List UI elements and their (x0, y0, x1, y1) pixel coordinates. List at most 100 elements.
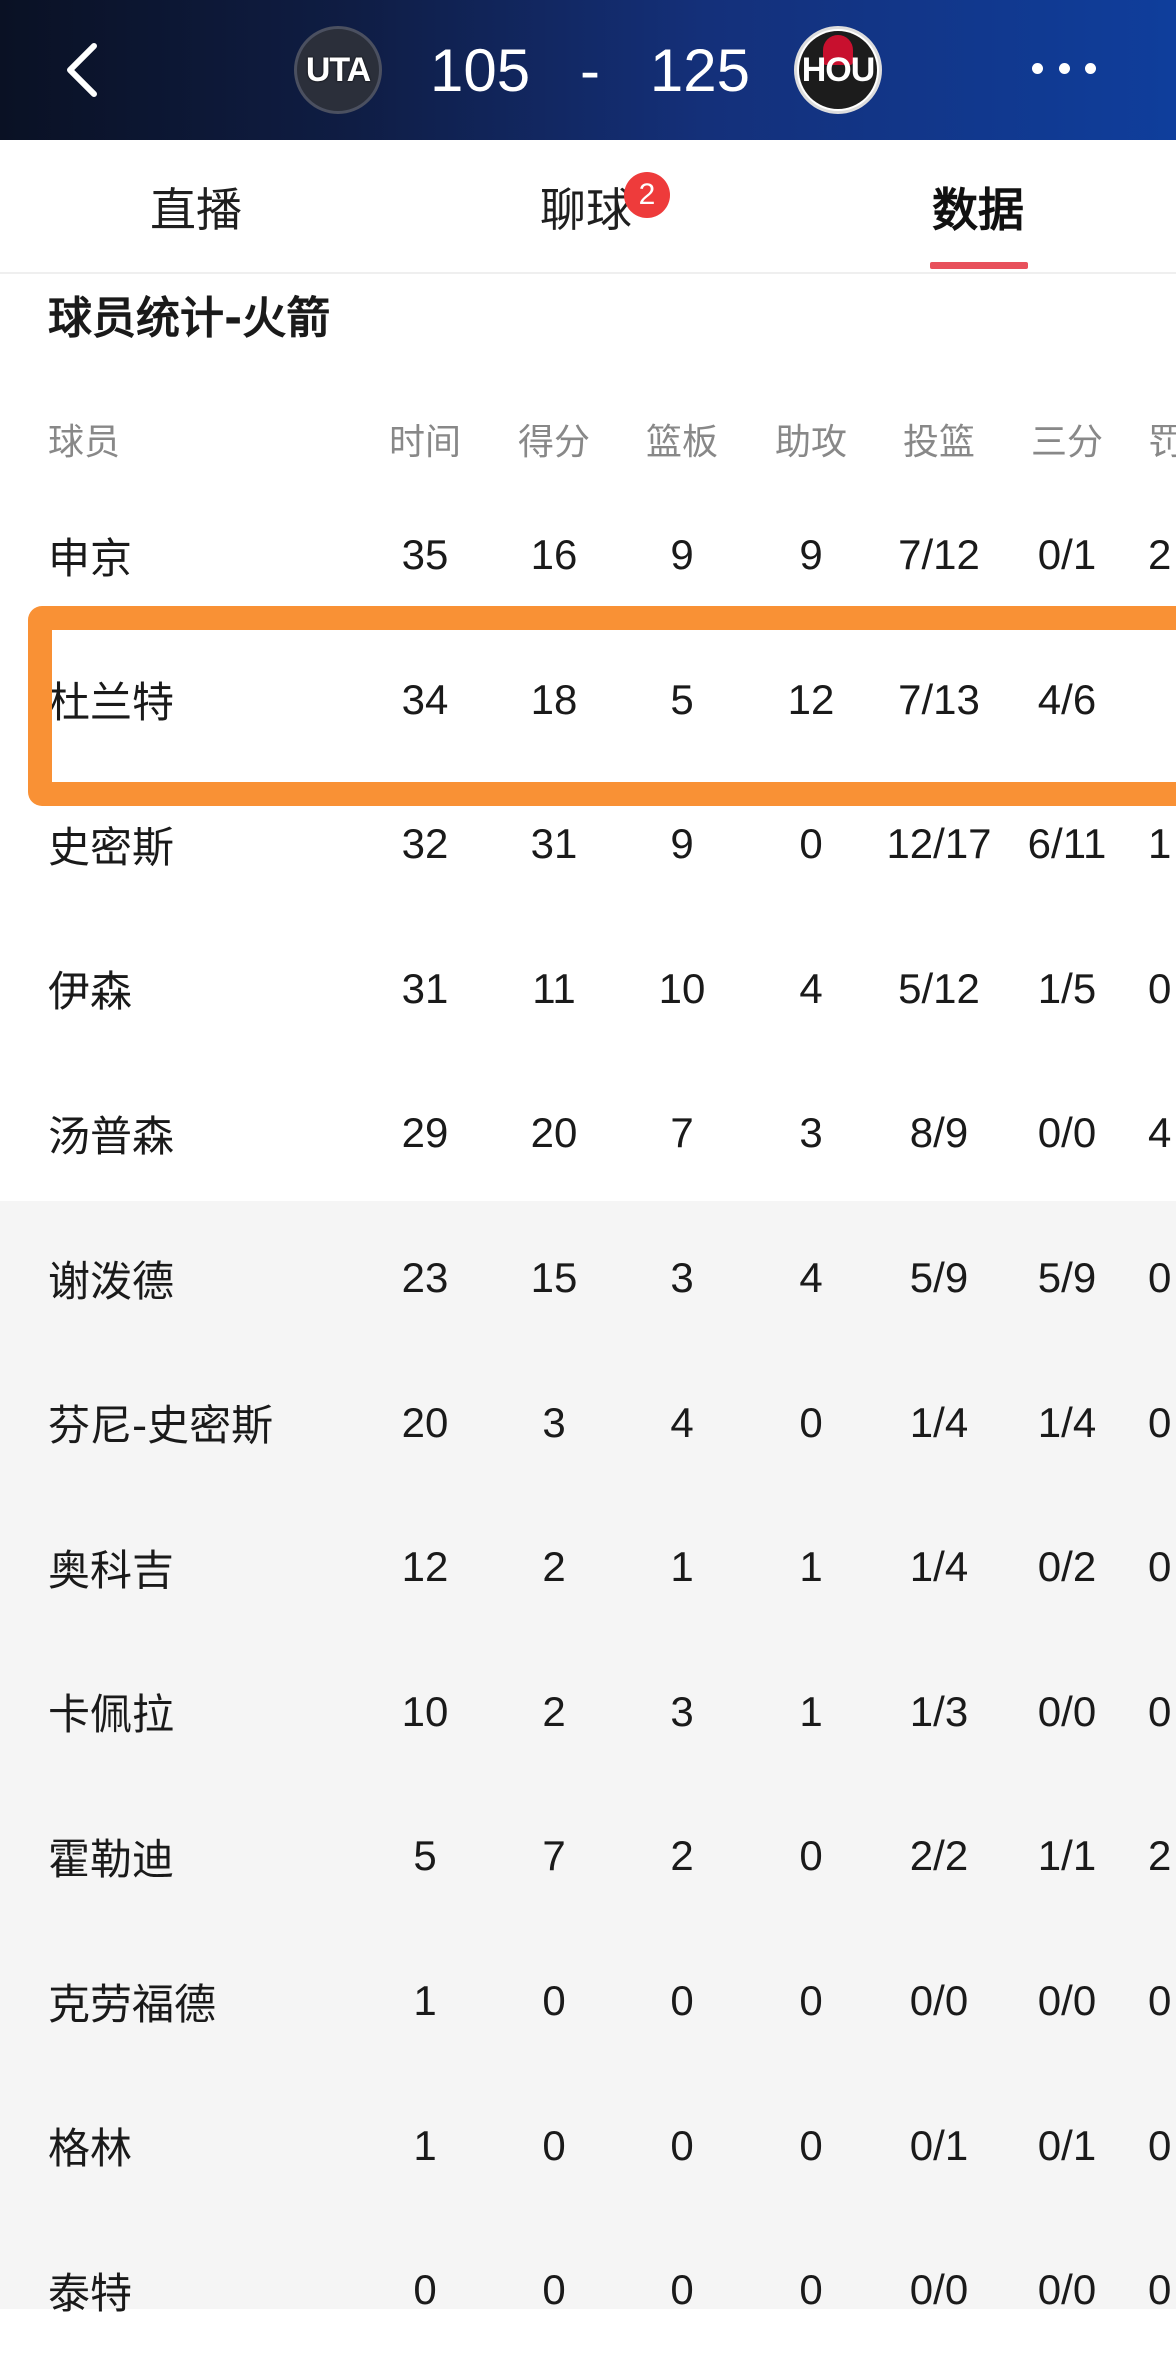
stat-points: 7 (542, 1832, 566, 1880)
table-row[interactable]: 泰特 0 0 0 0 0/0 0/0 0 (0, 2218, 1176, 2362)
table-row[interactable]: 卡佩拉 10 2 3 1 1/3 0/0 0 (0, 1640, 1176, 1784)
score-header: UTA 105 - 125 HOU (0, 0, 1176, 140)
stat-free-throws: 0 (1148, 964, 1172, 1012)
stat-field-goals: 2/2 (909, 1832, 969, 1880)
stat-three-pointers: 1/5 (1037, 964, 1097, 1012)
stat-field-goals: 0/1 (909, 2121, 969, 2169)
table-row[interactable]: 奥科吉 12 2 1 1 1/4 0/2 0 (0, 1495, 1176, 1639)
stat-minutes: 12 (401, 1543, 449, 1591)
stat-minutes: 35 (401, 531, 449, 578)
table-row[interactable]: 格林 1 0 0 0 0/1 0/1 0 (0, 2074, 1176, 2218)
stat-field-goals: 7/13 (898, 675, 980, 723)
stat-minutes: 20 (401, 1398, 449, 1446)
stat-free-throws: 0 (1148, 1977, 1172, 2024)
stat-assists: 9 (799, 531, 823, 578)
stat-three-pointers: 5/9 (1037, 1254, 1097, 1301)
chevron-left-icon (67, 43, 97, 97)
player-name: 伊森 (48, 967, 133, 1017)
stat-rebounds: 0 (670, 2121, 694, 2169)
table-row[interactable]: 史密斯 32 31 9 0 12/17 6/11 1 (0, 772, 1176, 916)
stat-three-pointers: 6/11 (1027, 820, 1107, 868)
score-separator: - (580, 36, 600, 104)
stat-field-goals: 0/0 (909, 1977, 969, 2024)
table-row[interactable]: 芬尼-史密斯 20 3 4 0 1/4 1/4 0 (0, 1351, 1176, 1495)
stat-points: 3 (542, 1398, 566, 1446)
stat-rebounds: 9 (670, 820, 694, 868)
table-row[interactable]: 谢泼德 23 15 3 4 5/9 5/9 0 (0, 1206, 1176, 1350)
stat-points: 0 (542, 2121, 566, 2169)
more-dot (1058, 62, 1070, 74)
stat-points: 2 (542, 1543, 566, 1591)
active-tab-indicator (930, 262, 1028, 269)
stat-rebounds: 2 (670, 1832, 694, 1880)
stat-three-pointers: 0/0 (1037, 1109, 1097, 1157)
section-title: 球员统计-火箭 (48, 293, 331, 344)
stat-rebounds: 7 (670, 1109, 694, 1157)
stat-minutes: 0 (413, 2266, 437, 2314)
back-button[interactable] (56, 34, 116, 106)
table-row[interactable]: 汤普森 29 20 7 3 8/9 0/0 4 (0, 1061, 1176, 1205)
stat-field-goals: 0/0 (909, 2266, 969, 2314)
more-options-button[interactable] (1032, 60, 1096, 76)
stat-field-goals: 5/9 (909, 1254, 969, 1301)
stat-points: 20 (530, 1109, 578, 1157)
stat-assists: 0 (799, 1832, 823, 1880)
stat-free-throws: 0 (1148, 2266, 1172, 2314)
stat-three-pointers: 0/1 (1037, 531, 1097, 578)
stat-minutes: 5 (413, 1832, 437, 1880)
table-row[interactable]: 杜兰特 34 18 5 12 7/13 4/6 (0, 628, 1176, 772)
stat-assists: 1 (799, 1543, 823, 1591)
table-row[interactable]: 克劳福德 1 0 0 0 0/0 0/0 0 (0, 1929, 1176, 2073)
stat-free-throws: 0 (1148, 1254, 1172, 1301)
table-row[interactable]: 伊森 31 11 10 4 5/12 1/5 0 (0, 917, 1176, 1061)
table-row[interactable]: 霍勒迪 5 7 2 0 2/2 1/1 2 (0, 1784, 1176, 1928)
player-name: 杜兰特 (48, 678, 175, 728)
stat-three-pointers: 4/6 (1037, 675, 1097, 723)
stat-assists: 4 (799, 964, 823, 1012)
stat-points: 18 (530, 675, 578, 723)
stat-field-goals: 1/3 (909, 1687, 969, 1735)
stat-field-goals: 1/4 (909, 1543, 969, 1591)
stat-field-goals: 1/4 (909, 1398, 969, 1446)
stat-minutes: 34 (401, 675, 449, 723)
stat-points: 0 (542, 1977, 566, 2024)
stat-minutes: 1 (413, 2121, 437, 2169)
stat-minutes: 23 (401, 1254, 449, 1301)
home-score: 105 (430, 36, 531, 104)
tab-chat[interactable]: 聊球 (540, 174, 632, 240)
stat-rebounds: 3 (670, 1254, 694, 1301)
player-name: 格林 (48, 2124, 133, 2174)
stat-rebounds: 5 (670, 675, 694, 723)
home-team-logo[interactable]: UTA (294, 26, 382, 114)
stat-three-pointers: 0/2 (1037, 1543, 1097, 1591)
stat-assists: 0 (799, 820, 823, 868)
stat-points: 2 (542, 1687, 566, 1735)
stat-three-pointers: 1/4 (1037, 1398, 1097, 1446)
stat-rebounds: 4 (670, 1398, 694, 1446)
stat-free-throws: 0 (1148, 1398, 1172, 1446)
stat-field-goals: 8/9 (909, 1109, 969, 1157)
more-dot (1085, 62, 1096, 74)
stat-rebounds: 10 (658, 964, 706, 1012)
stat-free-throws: 2 (1148, 531, 1172, 578)
away-score: 125 (649, 36, 750, 104)
stat-assists: 12 (787, 675, 835, 723)
tab-bar: 直播 聊球 数据 (0, 140, 1176, 274)
stat-three-pointers: 1/1 (1037, 1832, 1097, 1880)
stat-free-throws: 2 (1148, 1832, 1172, 1880)
stat-points: 11 (532, 964, 576, 1012)
player-name: 克劳福德 (48, 1979, 217, 2029)
table-row[interactable]: 申京 35 16 9 9 7/12 0/1 2 (0, 483, 1176, 627)
away-team-logo[interactable]: HOU (794, 26, 882, 114)
player-name: 芬尼-史密斯 (48, 1401, 274, 1451)
player-name: 史密斯 (48, 822, 175, 872)
away-team-abbr: HOU (801, 50, 876, 89)
home-team-abbr: UTA (305, 50, 371, 89)
stat-field-goals: 5/12 (898, 964, 980, 1012)
stat-free-throws: 0 (1148, 2121, 1172, 2169)
more-dot (1032, 62, 1043, 74)
chat-unread-badge: 2 (624, 172, 670, 218)
tab-data[interactable]: 数据 (932, 174, 1024, 240)
tab-live[interactable]: 直播 (150, 174, 242, 240)
stat-three-pointers: 0/0 (1037, 1977, 1097, 2024)
